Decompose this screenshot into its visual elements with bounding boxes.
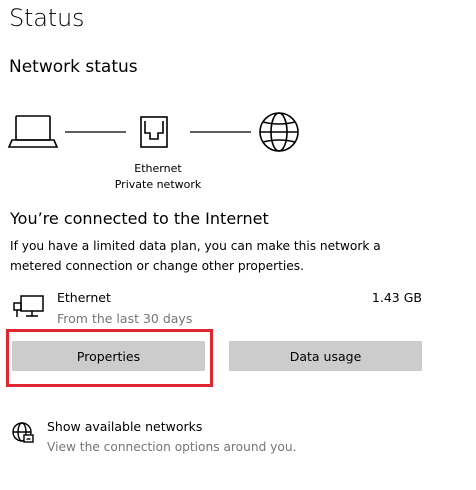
show-networks-description: View the connection options around you.: [47, 440, 297, 454]
globe-network-icon[interactable]: [10, 420, 36, 446]
properties-button[interactable]: Properties: [12, 341, 205, 371]
adapter-data-used: 1.43 GB: [371, 290, 422, 305]
diagram-network-type-label: Private network: [114, 178, 202, 191]
connection-heading: You’re connected to the Internet: [10, 209, 269, 228]
network-diagram: [7, 112, 299, 152]
data-usage-button[interactable]: Data usage: [229, 341, 422, 371]
page-title: Status: [9, 4, 85, 32]
adapter-period: From the last 30 days: [57, 311, 193, 326]
ethernet-adapter-icon: [13, 295, 44, 317]
laptop-icon: [7, 115, 59, 148]
diagram-adapter-label: Ethernet: [134, 162, 182, 175]
ethernet-port-icon: [140, 116, 168, 148]
adapter-name: Ethernet: [57, 290, 111, 305]
connection-description: If you have a limited data plan, you can…: [10, 239, 381, 273]
network-status-heading: Network status: [9, 57, 138, 77]
show-available-networks-link[interactable]: Show available networks: [47, 419, 202, 434]
globe-icon: [259, 112, 299, 152]
